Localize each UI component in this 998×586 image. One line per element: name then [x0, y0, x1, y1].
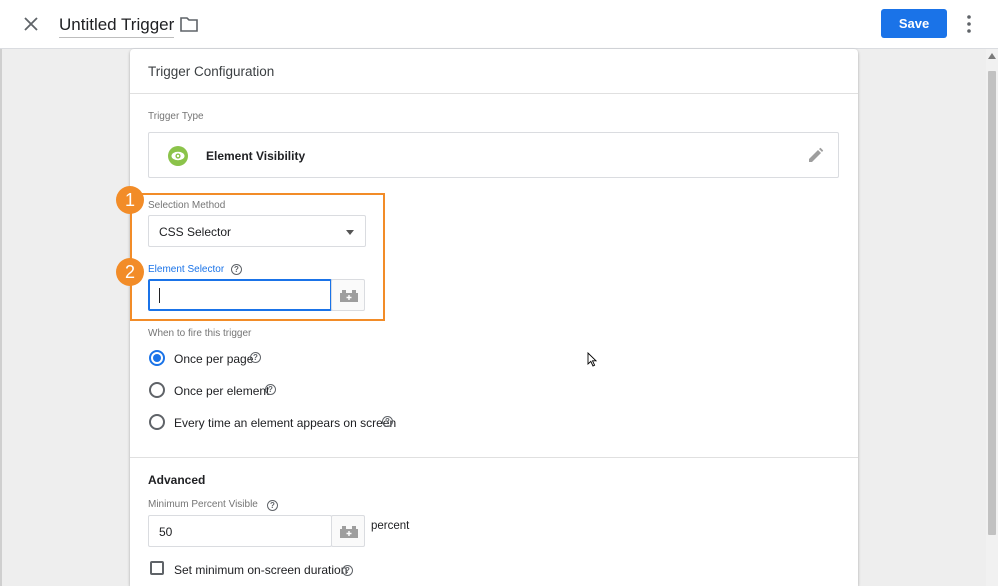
option-once-per-element: Once per element: [174, 384, 270, 398]
min-duration-checkbox[interactable]: [150, 561, 164, 575]
selection-method-dropdown[interactable]: CSS Selector: [148, 215, 366, 247]
more-vert-icon[interactable]: [959, 13, 979, 35]
save-button[interactable]: Save: [881, 9, 947, 38]
trigger-type-label: Trigger Type: [148, 111, 204, 122]
section-divider: [130, 457, 858, 458]
min-percent-input[interactable]: 50: [148, 515, 332, 547]
trigger-type-selector[interactable]: Element Visibility: [148, 132, 839, 178]
advanced-title: Advanced: [148, 473, 206, 487]
dropdown-arrow-icon: [346, 230, 354, 235]
card-header: Trigger Configuration: [130, 49, 858, 94]
fire-label: When to fire this trigger: [148, 328, 252, 339]
help-icon[interactable]: ?: [382, 416, 393, 427]
min-duration-label: Set minimum on-screen duration: [174, 563, 348, 577]
radio-every-time[interactable]: [149, 414, 165, 430]
help-icon[interactable]: ?: [342, 565, 353, 576]
help-icon[interactable]: ?: [231, 264, 242, 275]
scroll-up-arrow-icon[interactable]: [988, 53, 996, 59]
help-icon[interactable]: ?: [250, 352, 261, 363]
trigger-type-name: Element Visibility: [206, 149, 306, 163]
trigger-configuration-card: Trigger Configuration Trigger Type Eleme…: [116, 49, 858, 586]
option-once-per-page: Once per page: [174, 352, 254, 366]
folder-icon[interactable]: [179, 15, 199, 33]
scrollbar-thumb[interactable]: [988, 71, 996, 535]
scrollbar[interactable]: [986, 49, 998, 586]
eye-icon: [168, 146, 188, 166]
element-selector-label: Element Selector: [148, 264, 225, 275]
insert-variable-button[interactable]: [331, 515, 365, 547]
element-selector-input[interactable]: [148, 279, 332, 311]
insert-variable-button[interactable]: [331, 279, 365, 311]
variable-brick-icon: [340, 526, 358, 538]
help-icon[interactable]: ?: [267, 500, 278, 511]
help-icon[interactable]: ?: [265, 384, 276, 395]
pencil-edit-icon[interactable]: [807, 147, 824, 164]
radio-once-per-page[interactable]: [149, 350, 165, 366]
card-title: Trigger Configuration: [148, 64, 275, 79]
callout-badge-2: 2: [116, 258, 144, 286]
option-every-time: Every time an element appears on screen: [174, 416, 397, 430]
left-panel-edge: [0, 49, 2, 586]
percent-unit-label: percent: [371, 520, 410, 532]
variable-brick-icon: [340, 290, 358, 302]
radio-once-per-element[interactable]: [149, 382, 165, 398]
mouse-pointer-icon: [587, 352, 597, 367]
min-percent-value: 50: [159, 525, 173, 539]
callout-badge-1: 1: [116, 186, 144, 214]
close-icon[interactable]: [18, 11, 44, 37]
text-cursor: [159, 288, 160, 303]
top-bar: Untitled Trigger Save: [0, 0, 998, 49]
selection-method-value: CSS Selector: [159, 225, 232, 239]
min-percent-label: Minimum Percent Visible: [148, 499, 258, 510]
trigger-name-field[interactable]: Untitled Trigger: [59, 14, 175, 38]
selection-method-label: Selection Method: [148, 200, 226, 211]
